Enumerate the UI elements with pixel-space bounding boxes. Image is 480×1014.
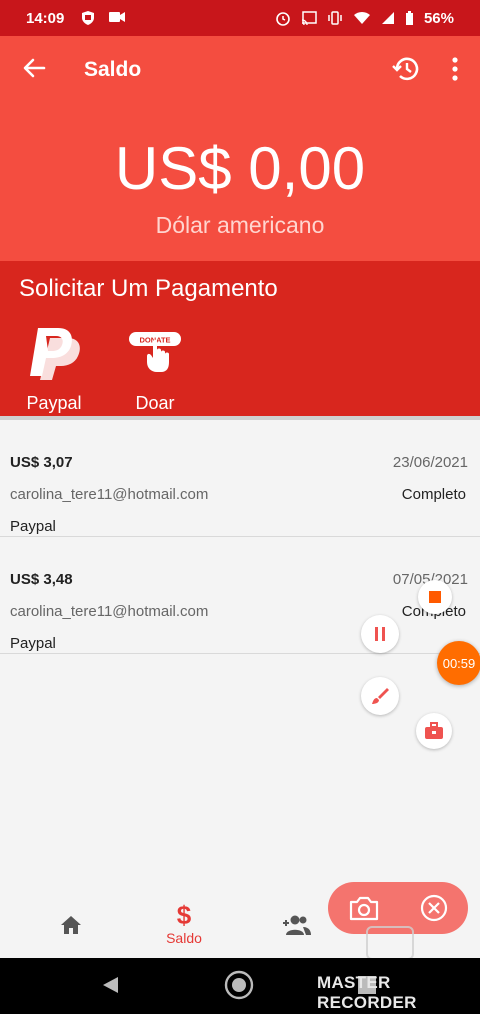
balance-header: US$ 0,00 Dólar americano	[0, 104, 480, 261]
recorder-pause-button[interactable]	[361, 615, 399, 653]
signal-icon	[381, 12, 394, 24]
home-icon[interactable]	[58, 912, 84, 938]
nav-saldo[interactable]: $ Saldo	[158, 902, 210, 946]
nav-saldo-label: Saldo	[166, 930, 202, 946]
recorder-toolbox-button[interactable]	[416, 713, 452, 749]
cast-icon	[301, 11, 317, 25]
pause-icon	[375, 627, 385, 641]
battery-percent: 56%	[423, 9, 454, 27]
request-payment-title: Solicitar Um Pagamento	[19, 275, 278, 302]
transaction-email: carolina_tere11@hotmail.com	[10, 603, 209, 620]
transaction-amount: US$ 3,07	[10, 454, 73, 471]
paypal-label: Paypal	[26, 393, 82, 413]
vibrate-icon	[328, 11, 342, 25]
balance-currency: Dólar americano	[155, 212, 325, 238]
system-home-icon[interactable]	[224, 970, 254, 1000]
more-vert-icon[interactable]	[446, 54, 464, 84]
paypal-method[interactable]: Paypal	[9, 319, 99, 414]
donate-label: Doar	[135, 393, 175, 413]
battery-icon	[405, 10, 413, 25]
transaction-email: carolina_tere11@hotmail.com	[10, 486, 209, 503]
recorder-watermark: MASTER RECORDER	[317, 973, 417, 1012]
paypal-icon	[9, 319, 99, 385]
transaction-row[interactable]: US$ 3,07 23/06/2021 carolina_tere11@hotm…	[0, 420, 480, 537]
transaction-date: 23/06/2021	[392, 454, 468, 471]
transaction-list: US$ 3,07 23/06/2021 carolina_tere11@hotm…	[0, 420, 480, 654]
camera-icon[interactable]	[348, 895, 380, 921]
camera-outline-icon	[366, 926, 414, 960]
history-icon[interactable]	[391, 54, 421, 84]
transaction-status: Completo	[401, 486, 466, 503]
dollar-icon: $	[176, 900, 192, 930]
status-time: 14:09	[26, 9, 65, 27]
stop-icon	[429, 591, 441, 603]
donate-method[interactable]: DONATE Doar	[110, 319, 200, 414]
back-arrow-icon[interactable]	[20, 54, 48, 82]
shield-notification-icon	[82, 11, 95, 25]
transaction-method: Paypal	[10, 635, 56, 652]
system-back-icon[interactable]	[100, 974, 122, 996]
close-icon[interactable]	[420, 894, 448, 922]
transaction-amount: US$ 3,48	[10, 571, 73, 588]
transaction-row[interactable]: US$ 3,48 07/05/2021 carolina_tere11@hotm…	[0, 537, 480, 654]
wifi-icon	[353, 11, 370, 24]
transaction-method: Paypal	[10, 518, 56, 535]
alarm-icon	[276, 12, 290, 26]
donate-icon: DONATE	[110, 319, 200, 385]
video-notification-icon	[109, 12, 126, 22]
recorder-brush-button[interactable]	[361, 677, 399, 715]
brush-icon	[372, 688, 389, 704]
page-title: Saldo	[84, 58, 142, 81]
toolbox-icon	[425, 722, 443, 739]
request-payment-section: Solicitar Um Pagamento Paypal DONATE Doa…	[0, 261, 480, 416]
balance-amount: US$ 0,00	[114, 135, 366, 202]
add-friend-icon[interactable]	[281, 914, 311, 936]
recorder-timer[interactable]: 00:59	[437, 641, 480, 685]
recorder-stop-button[interactable]	[418, 580, 452, 614]
app-bar: Saldo	[0, 36, 480, 104]
status-bar: 14:09 56%	[0, 0, 480, 36]
